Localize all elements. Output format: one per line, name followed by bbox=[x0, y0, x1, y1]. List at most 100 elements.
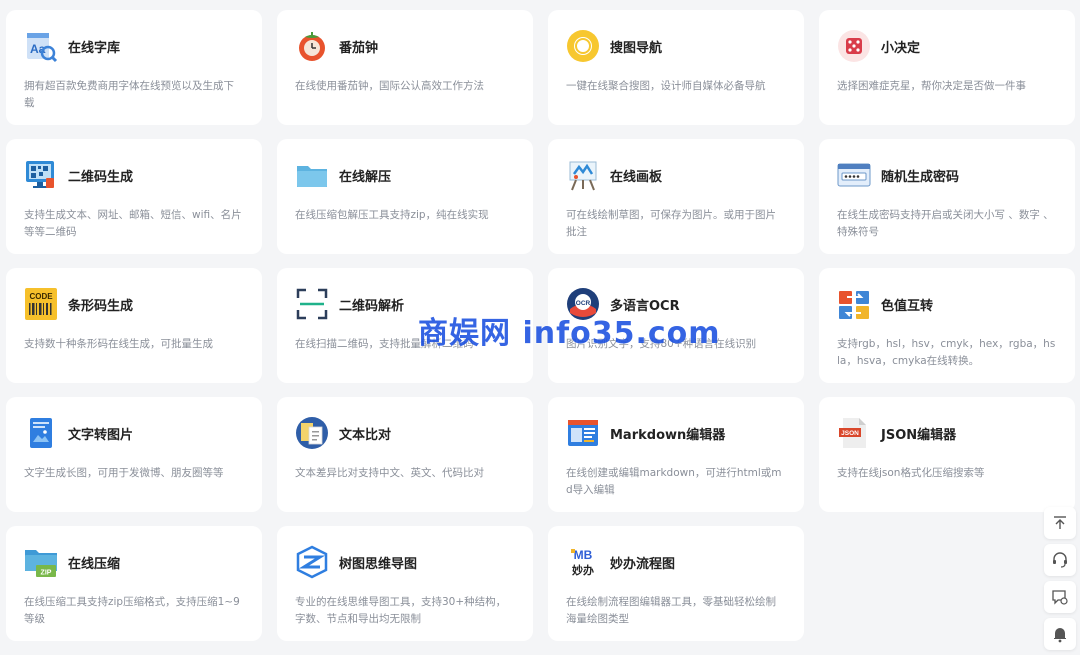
card-header: 树图思维导图 bbox=[295, 544, 515, 580]
tool-card-qrcode-generate[interactable]: 二维码生成 支持生成文本、网址、邮箱、短信、wifi、名片等等二维码 bbox=[6, 139, 262, 254]
tool-card-tomato-clock[interactable]: 番茄钟 在线使用番茄钟，国际公认高效工作方法 bbox=[277, 10, 533, 125]
tool-card-barcode-generate[interactable]: CODE 条形码生成 支持数十种条形码在线生成，可批量生成 bbox=[6, 268, 262, 383]
tool-title: 妙办流程图 bbox=[610, 556, 676, 572]
json-icon-text: JSON bbox=[841, 430, 859, 437]
tool-description: 在线使用番茄钟，国际公认高效工作方法 bbox=[295, 80, 484, 92]
font-library-icon: Aa bbox=[24, 29, 58, 63]
miaoban-logo-icon: MB 妙办 bbox=[566, 545, 600, 579]
tool-description: 在线压缩包解压工具支持zip，纯在线实现 bbox=[295, 209, 489, 221]
tool-title: 文字转图片 bbox=[68, 427, 134, 443]
barcode-icon-text: CODE bbox=[29, 292, 53, 301]
tool-description: 支持在线json格式化压缩搜索等 bbox=[837, 467, 985, 479]
tool-title: 小决定 bbox=[881, 40, 921, 56]
tool-title: 在线字库 bbox=[68, 40, 121, 56]
text-compare-icon bbox=[295, 416, 329, 450]
folder-icon bbox=[295, 158, 329, 192]
tool-description: 在线绘制流程图编辑器工具，零基础轻松绘制海量绘图类型 bbox=[566, 596, 776, 625]
tool-title: 树图思维导图 bbox=[339, 556, 418, 572]
ocr-icon-text: OCR bbox=[576, 300, 591, 307]
barcode-icon: CODE bbox=[24, 287, 58, 321]
back-to-top-button[interactable] bbox=[1044, 507, 1076, 539]
qrcode-monitor-icon bbox=[24, 158, 58, 192]
watermark: 商娱网 info35.com bbox=[418, 316, 721, 351]
zip-icon-text: ZIP bbox=[41, 570, 52, 577]
feedback-icon bbox=[1052, 590, 1068, 605]
tool-card-markdown-editor[interactable]: Markdown编辑器 在线创建或编辑markdown，可进行html或md导入… bbox=[548, 397, 804, 512]
text-image-icon bbox=[24, 416, 58, 450]
back-to-top-icon bbox=[1054, 516, 1066, 529]
customer-service-button[interactable] bbox=[1044, 544, 1076, 576]
tool-card-font-library[interactable]: Aa 在线字库 拥有超百款免费商用字体在线预览以及生成下载 bbox=[6, 10, 262, 125]
tool-title: 二维码解析 bbox=[339, 298, 405, 314]
side-toolbar bbox=[1044, 507, 1076, 655]
card-header: CODE 条形码生成 bbox=[24, 286, 244, 322]
tool-description: 专业的在线思维导图工具，支持30+种结构，字数、节点和导出均无限制 bbox=[295, 596, 507, 625]
tool-description: 在线创建或编辑markdown，可进行html或md导入编辑 bbox=[566, 467, 782, 496]
tool-title: 二维码生成 bbox=[68, 169, 134, 185]
tomato-clock-icon bbox=[295, 29, 329, 63]
tool-description: 文本差异比对支持中文、英文、代码比对 bbox=[295, 467, 484, 479]
tool-title: 色值互转 bbox=[881, 298, 934, 314]
card-header: 搜图导航 bbox=[566, 28, 786, 64]
password-window-icon bbox=[837, 158, 871, 192]
card-header: 色值互转 bbox=[837, 286, 1057, 322]
tool-card-color-convert[interactable]: 色值互转 支持rgb，hsl，hsv，cmyk，hex，rgba，hsla，hs… bbox=[819, 268, 1075, 383]
zip-folder-icon: ZIP bbox=[24, 545, 58, 579]
color-convert-icon bbox=[837, 287, 871, 321]
tool-description: 文字生成长图，可用于发微博、朋友圈等等 bbox=[24, 467, 224, 479]
card-header: 文字转图片 bbox=[24, 415, 244, 451]
tool-card-online-drawing-board[interactable]: 在线画板 可在线绘制草图，可保存为图片。或用于图片批注 bbox=[548, 139, 804, 254]
card-header: 在线画板 bbox=[566, 157, 786, 193]
tool-card-online-unzip[interactable]: 在线解压 在线压缩包解压工具支持zip，纯在线实现 bbox=[277, 139, 533, 254]
tool-title: 在线解压 bbox=[339, 169, 392, 185]
mindmap-icon bbox=[295, 545, 329, 579]
card-header: 随机生成密码 bbox=[837, 157, 1057, 193]
tool-description: 拥有超百款免费商用字体在线预览以及生成下载 bbox=[24, 80, 234, 109]
dice-icon bbox=[837, 29, 871, 63]
card-header: Aa 在线字库 bbox=[24, 28, 244, 64]
notification-bell-icon bbox=[1054, 628, 1066, 643]
tool-card-image-search-nav[interactable]: 搜图导航 一键在线聚合搜图，设计师自媒体必备导航 bbox=[548, 10, 804, 125]
feedback-button[interactable] bbox=[1044, 581, 1076, 613]
tool-description: 支持rgb，hsl，hsv，cmyk，hex，rgba，hsla，hsva，cm… bbox=[837, 338, 1056, 367]
card-header: 小决定 bbox=[837, 28, 1057, 64]
tool-card-json-editor[interactable]: JSON JSON编辑器 支持在线json格式化压缩搜索等 bbox=[819, 397, 1075, 512]
card-header: ZIP 在线压缩 bbox=[24, 544, 244, 580]
tool-description: 一键在线聚合搜图，设计师自媒体必备导航 bbox=[566, 80, 766, 92]
tool-title: 在线压缩 bbox=[68, 556, 121, 572]
card-header: 在线解压 bbox=[295, 157, 515, 193]
card-header: MB 妙办 妙办流程图 bbox=[566, 544, 786, 580]
tool-card-miaoban-flowchart[interactable]: MB 妙办 妙办流程图 在线绘制流程图编辑器工具，零基础轻松绘制海量绘图类型 bbox=[548, 526, 804, 641]
miaoban-icon-bottom-text: 妙办 bbox=[572, 563, 594, 577]
card-header: 文本比对 bbox=[295, 415, 515, 451]
tool-card-online-compress[interactable]: ZIP 在线压缩 在线压缩工具支持zip压缩格式，支持压缩1~9等级 bbox=[6, 526, 262, 641]
notification-button[interactable] bbox=[1044, 618, 1076, 650]
tool-card-text-compare[interactable]: 文本比对 文本差异比对支持中文、英文、代码比对 bbox=[277, 397, 533, 512]
card-header: 二维码生成 bbox=[24, 157, 244, 193]
miaoban-icon-top-text: MB bbox=[574, 548, 593, 562]
tool-description: 可在线绘制草图，可保存为图片。或用于图片批注 bbox=[566, 209, 776, 238]
tool-title: 番茄钟 bbox=[339, 40, 379, 56]
tool-card-mindmap[interactable]: 树图思维导图 专业的在线思维导图工具，支持30+种结构，字数、节点和导出均无限制 bbox=[277, 526, 533, 641]
card-header: 番茄钟 bbox=[295, 28, 515, 64]
easel-icon bbox=[566, 158, 600, 192]
card-header: Markdown编辑器 bbox=[566, 415, 786, 451]
tool-title: 搜图导航 bbox=[610, 40, 663, 56]
tool-card-text-to-image[interactable]: 文字转图片 文字生成长图，可用于发微博、朋友圈等等 bbox=[6, 397, 262, 512]
markdown-editor-icon bbox=[566, 416, 600, 450]
tool-card-random-password[interactable]: 随机生成密码 在线生成密码支持开启或关闭大小写 、数字 、特殊符号 bbox=[819, 139, 1075, 254]
tool-card-small-decision[interactable]: 小决定 选择困难症克星，帮你决定是否做一件事 bbox=[819, 10, 1075, 125]
tool-title: JSON编辑器 bbox=[881, 427, 957, 443]
customer-service-icon bbox=[1053, 552, 1067, 568]
tool-description: 选择困难症克星，帮你决定是否做一件事 bbox=[837, 80, 1026, 92]
tool-title: 在线画板 bbox=[610, 169, 663, 185]
scan-frame-icon bbox=[295, 287, 329, 321]
tool-title: Markdown编辑器 bbox=[610, 427, 726, 443]
card-header: JSON JSON编辑器 bbox=[837, 415, 1057, 451]
tool-title: 随机生成密码 bbox=[881, 169, 960, 185]
tool-title: 文本比对 bbox=[339, 427, 392, 443]
tool-description: 在线生成密码支持开启或关闭大小写 、数字 、特殊符号 bbox=[837, 209, 1054, 238]
tool-description: 支持数十种条形码在线生成，可批量生成 bbox=[24, 338, 213, 350]
tool-title: 条形码生成 bbox=[68, 298, 134, 314]
json-file-icon: JSON bbox=[837, 416, 871, 450]
